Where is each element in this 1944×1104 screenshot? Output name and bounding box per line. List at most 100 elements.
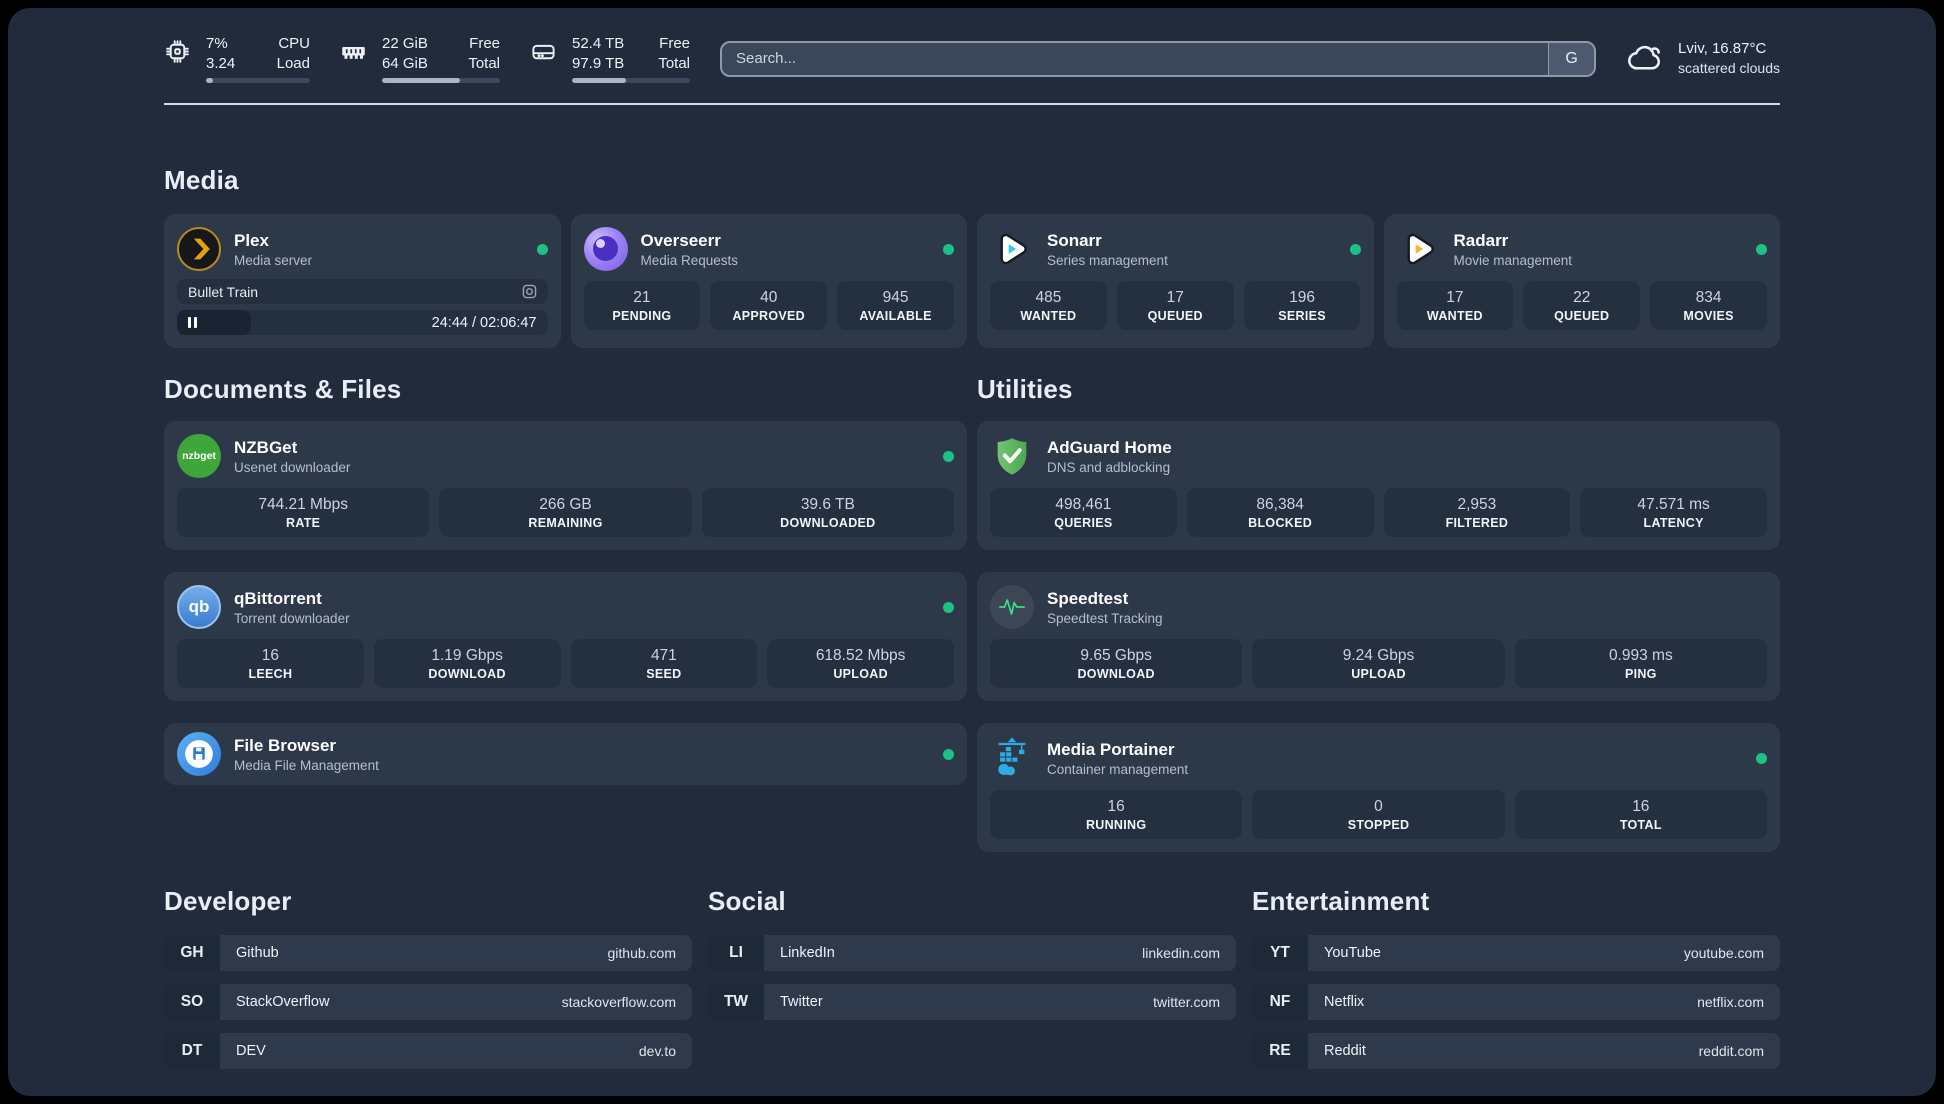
search-engine-button[interactable]: G [1548,42,1595,75]
app-name: Plex [234,230,269,250]
status-dot-online [1756,243,1767,255]
link-youtube[interactable]: YT YouTube youtube.com [1252,935,1780,971]
app-card-overseerr[interactable]: Overseerr Media Requests 21 PENDING 40 A… [570,214,967,348]
link-abbr: YT [1252,935,1308,971]
playback-elapsed [177,310,252,335]
link-github[interactable]: GH Github github.com [164,935,692,971]
app-subtitle: DNS and adblocking [1047,459,1171,475]
stat-series: 196 SERIES [1243,281,1361,330]
app-name: Overseerr [640,230,721,250]
weather-widget: Lviv, 16.87°C scattered clouds [1626,39,1780,78]
filebrowser-icon [177,732,221,776]
link-name: LinkedIn [780,945,835,961]
cpu-progress-fill [206,78,214,83]
speedtest-icon [990,585,1034,629]
section-title-entertainment: Entertainment [1252,886,1430,916]
link-name: YouTube [1324,945,1381,961]
link-twitter[interactable]: TW Twitter twitter.com [708,984,1236,1020]
cpu-load-value: 3.24 [206,54,236,72]
app-card-adguard[interactable]: AdGuard Home DNS and adblocking 498,461 … [977,421,1780,550]
cpu-label: CPU [278,35,310,52]
stat-blocked: 86,384 BLOCKED [1186,488,1374,537]
now-playing-row: Bullet Train [177,279,548,304]
app-card-sonarr[interactable]: Sonarr Series management 485 WANTED 17 Q… [977,214,1374,348]
stat-pending: 21 PENDING [583,281,701,330]
stat-filtered: 2,953 FILTERED [1383,488,1571,537]
disk-progress-fill [572,78,627,83]
portainer-icon [990,736,1034,780]
app-subtitle: Media File Management [234,757,379,773]
cpu-icon [166,40,189,63]
nzbget-icon: nzbget [177,434,221,478]
section-social: Social LI LinkedIn linkedin.com TW Twitt… [708,886,1236,1069]
app-name: File Browser [234,735,337,755]
link-reddit[interactable]: RE Reddit reddit.com [1252,1033,1780,1069]
app-card-filebrowser[interactable]: File Browser Media File Management [164,723,967,785]
search-input[interactable] [722,42,1549,75]
ram-progress-fill [382,78,460,83]
playback-time: 24:44 / 02:06:47 [431,314,537,331]
cloud-icon [1628,46,1661,71]
app-card-portainer[interactable]: Media Portainer Container management 16 … [977,723,1780,852]
now-playing-title: Bullet Train [188,283,259,300]
app-name: qBittorrent [234,588,322,608]
stat-ping: 0.993 ms PING [1514,639,1767,688]
ram-stat: 22 GiB 64 GiB Free Total [340,34,500,83]
plex-icon [177,227,221,271]
now-playing-icon [522,284,536,299]
status-dot-online [943,243,954,255]
ram-free-label: Free [469,35,500,52]
app-name: AdGuard Home [1047,437,1172,457]
media-cards: Plex Media server Bullet Train 24:44 / 0… [164,214,1780,348]
link-name: StackOverflow [236,994,330,1010]
stat-leech: 16 LEECH [177,639,364,688]
app-subtitle: Series management [1047,252,1168,268]
sonarr-icon [990,227,1034,271]
pause-icon [188,317,191,328]
stat-stopped: 0 STOPPED [1252,790,1505,839]
app-card-speedtest[interactable]: Speedtest Speedtest Tracking 9.65 Gbps D… [977,572,1780,701]
link-url: youtube.com [1683,945,1764,961]
app-subtitle: Torrent downloader [234,610,350,626]
link-name: Reddit [1324,1043,1366,1059]
weather-condition: scattered clouds [1678,60,1780,77]
stat-upload: 9.24 Gbps UPLOAD [1252,639,1505,688]
app-name: NZBGet [234,437,298,457]
status-dot-online [943,748,954,760]
radarr-icon [1397,227,1441,271]
ram-total-value: 64 GiB [382,54,428,72]
link-abbr: NF [1252,984,1308,1020]
link-name: Github [236,945,279,961]
link-url: twitter.com [1153,994,1220,1010]
playback-progress-bar[interactable]: 24:44 / 02:06:47 [177,310,548,335]
stat-downloaded: 39.6 TB DOWNLOADED [701,488,954,537]
app-subtitle: Speedtest Tracking [1047,610,1163,626]
link-dev[interactable]: DT DEV dev.to [164,1033,692,1069]
status-dot-online [943,601,954,613]
stat-download: 1.19 Gbps DOWNLOAD [373,639,561,688]
section-title-social: Social [708,886,786,916]
app-card-nzbget[interactable]: nzbget NZBGet Usenet downloader 744.21 M… [164,421,967,550]
disk-free-label: Free [659,35,690,52]
app-card-qbittorrent[interactable]: qb qBittorrent Torrent downloader 16 LEE… [164,572,967,701]
app-name: Media Portainer [1047,739,1175,759]
app-subtitle: Usenet downloader [234,459,351,475]
link-linkedin[interactable]: LI LinkedIn linkedin.com [708,935,1236,971]
ram-icon [342,47,365,59]
link-url: dev.to [638,1043,676,1059]
link-stackoverflow[interactable]: SO StackOverflow stackoverflow.com [164,984,692,1020]
stat-wanted: 485 WANTED [990,281,1107,330]
section-entertainment: Entertainment YT YouTube youtube.com NF … [1252,886,1780,1069]
stat-latency: 47.571 ms LATENCY [1580,488,1767,537]
cpu-usage-value: 7% [206,35,228,52]
link-name: DEV [236,1043,266,1059]
search-bar: G [720,40,1597,77]
app-card-radarr[interactable]: Radarr Movie management 17 WANTED 22 QUE… [1383,214,1780,348]
disk-free-value: 52.4 TB [572,35,625,52]
status-dot-online [536,243,548,255]
app-subtitle: Media Requests [640,252,739,268]
ram-progress-track [382,78,500,83]
stat-wanted: 17 WANTED [1396,281,1514,330]
app-card-plex[interactable]: Plex Media server Bullet Train 24:44 / 0… [164,214,561,348]
link-netflix[interactable]: NF Netflix netflix.com [1252,984,1780,1020]
